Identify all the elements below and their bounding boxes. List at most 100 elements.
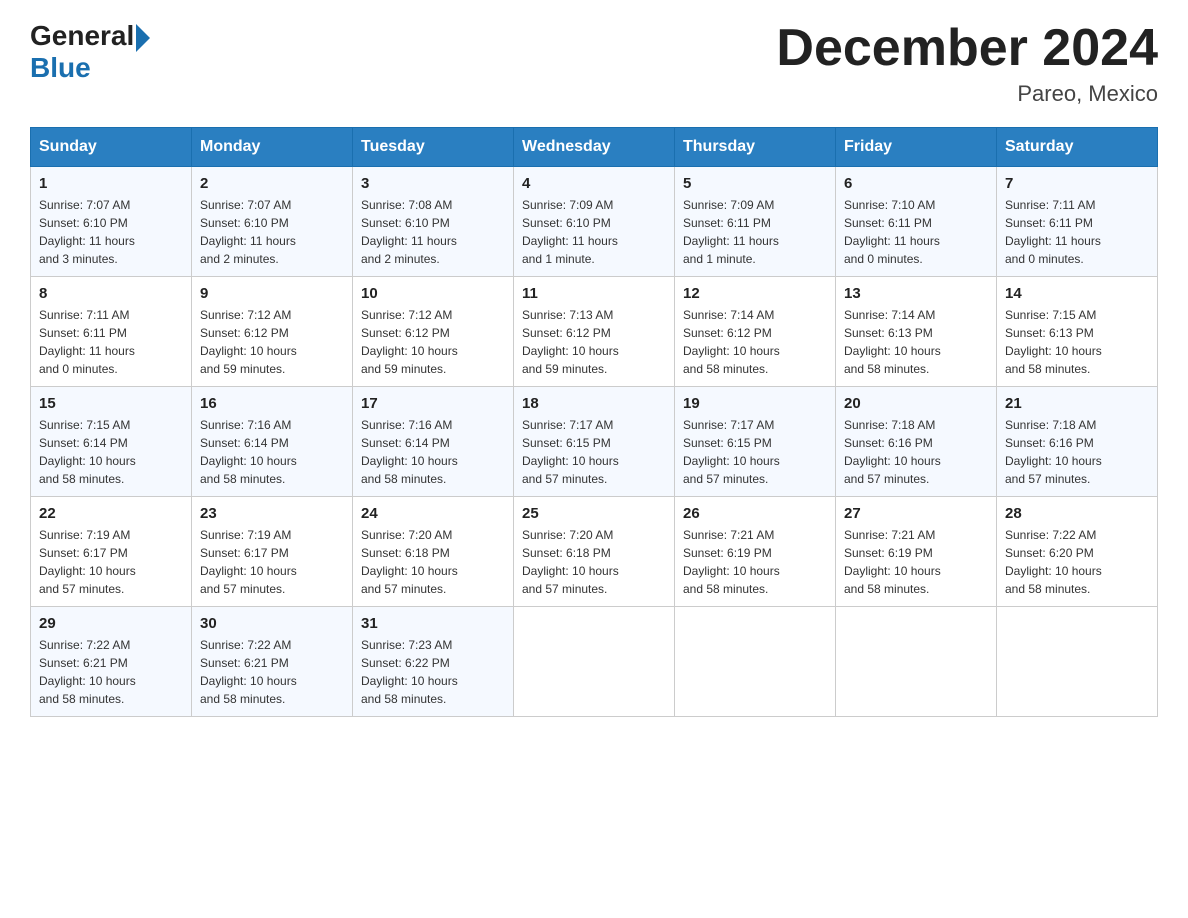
calendar-day-cell: 22 Sunrise: 7:19 AM Sunset: 6:17 PM Dayli… — [31, 497, 192, 607]
col-monday: Monday — [192, 128, 353, 167]
calendar-day-cell: 21Sunrise: 7:18 AM Sunset: 6:16 PM Dayli… — [997, 387, 1158, 497]
calendar-day-cell: 17Sunrise: 7:16 AM Sunset: 6:14 PM Dayli… — [353, 387, 514, 497]
calendar-day-cell — [514, 607, 675, 717]
day-info: Sunrise: 7:21 AM Sunset: 6:19 PM Dayligh… — [683, 526, 827, 598]
day-info: Sunrise: 7:09 AM Sunset: 6:11 PM Dayligh… — [683, 196, 827, 268]
calendar-week-row: 22 Sunrise: 7:19 AM Sunset: 6:17 PM Dayli… — [31, 497, 1158, 607]
day-number: 12 — [683, 285, 827, 302]
day-info: Sunrise: 7:20 AM Sunset: 6:18 PM Dayligh… — [361, 526, 505, 598]
calendar-day-cell: 10 Sunrise: 7:12 AM Sunset: 6:12 PM Dayli… — [353, 277, 514, 387]
day-info: Sunrise: 7:17 AM Sunset: 6:15 PM Dayligh… — [522, 416, 666, 488]
calendar-day-cell: 5Sunrise: 7:09 AM Sunset: 6:11 PM Daylig… — [675, 167, 836, 277]
calendar-day-cell: 24Sunrise: 7:20 AM Sunset: 6:18 PM Dayli… — [353, 497, 514, 607]
day-number: 13 — [844, 285, 988, 302]
day-info: Sunrise: 7:19 AM Sunset: 6:17 PM Dayligh… — [39, 526, 183, 598]
day-number: 15 — [39, 395, 183, 412]
day-info: Sunrise: 7:20 AM Sunset: 6:18 PM Dayligh… — [522, 526, 666, 598]
calendar-header: Sunday Monday Tuesday Wednesday Thursday… — [31, 128, 1158, 167]
day-number: 26 — [683, 505, 827, 522]
day-number: 27 — [844, 505, 988, 522]
day-info: Sunrise: 7:14 AM Sunset: 6:13 PM Dayligh… — [844, 306, 988, 378]
day-info: Sunrise: 7:21 AM Sunset: 6:19 PM Dayligh… — [844, 526, 988, 598]
day-number: 18 — [522, 395, 666, 412]
day-info: Sunrise: 7:12 AM Sunset: 6:12 PM Dayligh… — [361, 306, 505, 378]
month-title: December 2024 — [776, 20, 1158, 77]
col-friday: Friday — [836, 128, 997, 167]
day-number: 1 — [39, 175, 183, 192]
calendar-day-cell: 20 Sunrise: 7:18 AM Sunset: 6:16 PM Dayli… — [836, 387, 997, 497]
day-info: Sunrise: 7:15 AM Sunset: 6:14 PM Dayligh… — [39, 416, 183, 488]
calendar-day-cell: 8Sunrise: 7:11 AM Sunset: 6:11 PM Daylig… — [31, 277, 192, 387]
day-number: 19 — [683, 395, 827, 412]
day-info: Sunrise: 7:09 AM Sunset: 6:10 PM Dayligh… — [522, 196, 666, 268]
calendar-body: 1 Sunrise: 7:07 AM Sunset: 6:10 PM Daylig… — [31, 167, 1158, 717]
calendar-week-row: 29Sunrise: 7:22 AM Sunset: 6:21 PM Dayli… — [31, 607, 1158, 717]
location: Pareo, Mexico — [776, 81, 1158, 107]
calendar-day-cell: 4 Sunrise: 7:09 AM Sunset: 6:10 PM Daylig… — [514, 167, 675, 277]
day-info: Sunrise: 7:18 AM Sunset: 6:16 PM Dayligh… — [844, 416, 988, 488]
calendar-day-cell: 1Sunrise: 7:07 AM Sunset: 6:10 PM Daylig… — [31, 167, 192, 277]
calendar-day-cell: 16 Sunrise: 7:16 AM Sunset: 6:14 PM Dayli… — [192, 387, 353, 497]
day-number: 21 — [1005, 395, 1149, 412]
calendar-day-cell — [836, 607, 997, 717]
calendar-week-row: 15 Sunrise: 7:15 AM Sunset: 6:14 PM Dayli… — [31, 387, 1158, 497]
header-row: Sunday Monday Tuesday Wednesday Thursday… — [31, 128, 1158, 167]
calendar-day-cell: 9 Sunrise: 7:12 AM Sunset: 6:12 PM Daylig… — [192, 277, 353, 387]
col-wednesday: Wednesday — [514, 128, 675, 167]
day-info: Sunrise: 7:08 AM Sunset: 6:10 PM Dayligh… — [361, 196, 505, 268]
day-number: 23 — [200, 505, 344, 522]
calendar-week-row: 1 Sunrise: 7:07 AM Sunset: 6:10 PM Daylig… — [31, 167, 1158, 277]
day-info: Sunrise: 7:16 AM Sunset: 6:14 PM Dayligh… — [361, 416, 505, 488]
day-number: 20 — [844, 395, 988, 412]
calendar-day-cell: 2Sunrise: 7:07 AM Sunset: 6:10 PM Daylig… — [192, 167, 353, 277]
calendar-day-cell: 7 Sunrise: 7:11 AM Sunset: 6:11 PM Daylig… — [997, 167, 1158, 277]
day-info: Sunrise: 7:22 AM Sunset: 6:21 PM Dayligh… — [200, 636, 344, 708]
calendar-day-cell: 14 Sunrise: 7:15 AM Sunset: 6:13 PM Dayli… — [997, 277, 1158, 387]
calendar-day-cell: 19 Sunrise: 7:17 AM Sunset: 6:15 PM Dayli… — [675, 387, 836, 497]
calendar-day-cell: 12Sunrise: 7:14 AM Sunset: 6:12 PM Dayli… — [675, 277, 836, 387]
calendar-table: Sunday Monday Tuesday Wednesday Thursday… — [30, 127, 1158, 717]
day-number: 22 — [39, 505, 183, 522]
day-info: Sunrise: 7:16 AM Sunset: 6:14 PM Dayligh… — [200, 416, 344, 488]
day-info: Sunrise: 7:22 AM Sunset: 6:20 PM Dayligh… — [1005, 526, 1149, 598]
day-info: Sunrise: 7:23 AM Sunset: 6:22 PM Dayligh… — [361, 636, 505, 708]
logo-text: General — [30, 20, 150, 52]
calendar-day-cell — [997, 607, 1158, 717]
calendar-day-cell: 23 Sunrise: 7:19 AM Sunset: 6:17 PM Dayli… — [192, 497, 353, 607]
calendar-day-cell: 25 Sunrise: 7:20 AM Sunset: 6:18 PM Dayli… — [514, 497, 675, 607]
calendar-day-cell: 13 Sunrise: 7:14 AM Sunset: 6:13 PM Dayli… — [836, 277, 997, 387]
day-number: 28 — [1005, 505, 1149, 522]
day-info: Sunrise: 7:11 AM Sunset: 6:11 PM Dayligh… — [1005, 196, 1149, 268]
calendar-week-row: 8Sunrise: 7:11 AM Sunset: 6:11 PM Daylig… — [31, 277, 1158, 387]
col-tuesday: Tuesday — [353, 128, 514, 167]
calendar-day-cell — [675, 607, 836, 717]
calendar-day-cell: 29Sunrise: 7:22 AM Sunset: 6:21 PM Dayli… — [31, 607, 192, 717]
day-info: Sunrise: 7:19 AM Sunset: 6:17 PM Dayligh… — [200, 526, 344, 598]
day-number: 25 — [522, 505, 666, 522]
day-info: Sunrise: 7:17 AM Sunset: 6:15 PM Dayligh… — [683, 416, 827, 488]
day-number: 14 — [1005, 285, 1149, 302]
day-number: 4 — [522, 175, 666, 192]
day-info: Sunrise: 7:12 AM Sunset: 6:12 PM Dayligh… — [200, 306, 344, 378]
day-number: 9 — [200, 285, 344, 302]
day-number: 31 — [361, 615, 505, 632]
calendar-day-cell: 31 Sunrise: 7:23 AM Sunset: 6:22 PM Dayli… — [353, 607, 514, 717]
day-number: 16 — [200, 395, 344, 412]
calendar-day-cell: 15 Sunrise: 7:15 AM Sunset: 6:14 PM Dayli… — [31, 387, 192, 497]
day-info: Sunrise: 7:13 AM Sunset: 6:12 PM Dayligh… — [522, 306, 666, 378]
day-number: 30 — [200, 615, 344, 632]
day-number: 6 — [844, 175, 988, 192]
calendar-day-cell: 11 Sunrise: 7:13 AM Sunset: 6:12 PM Dayli… — [514, 277, 675, 387]
day-info: Sunrise: 7:07 AM Sunset: 6:10 PM Dayligh… — [200, 196, 344, 268]
col-saturday: Saturday — [997, 128, 1158, 167]
calendar-day-cell: 26 Sunrise: 7:21 AM Sunset: 6:19 PM Dayli… — [675, 497, 836, 607]
calendar-day-cell: 3Sunrise: 7:08 AM Sunset: 6:10 PM Daylig… — [353, 167, 514, 277]
col-thursday: Thursday — [675, 128, 836, 167]
calendar-day-cell: 28 Sunrise: 7:22 AM Sunset: 6:20 PM Dayli… — [997, 497, 1158, 607]
day-number: 11 — [522, 285, 666, 302]
day-number: 10 — [361, 285, 505, 302]
day-info: Sunrise: 7:15 AM Sunset: 6:13 PM Dayligh… — [1005, 306, 1149, 378]
day-number: 7 — [1005, 175, 1149, 192]
logo: General Blue — [30, 20, 150, 84]
logo-blue: Blue — [30, 52, 91, 84]
